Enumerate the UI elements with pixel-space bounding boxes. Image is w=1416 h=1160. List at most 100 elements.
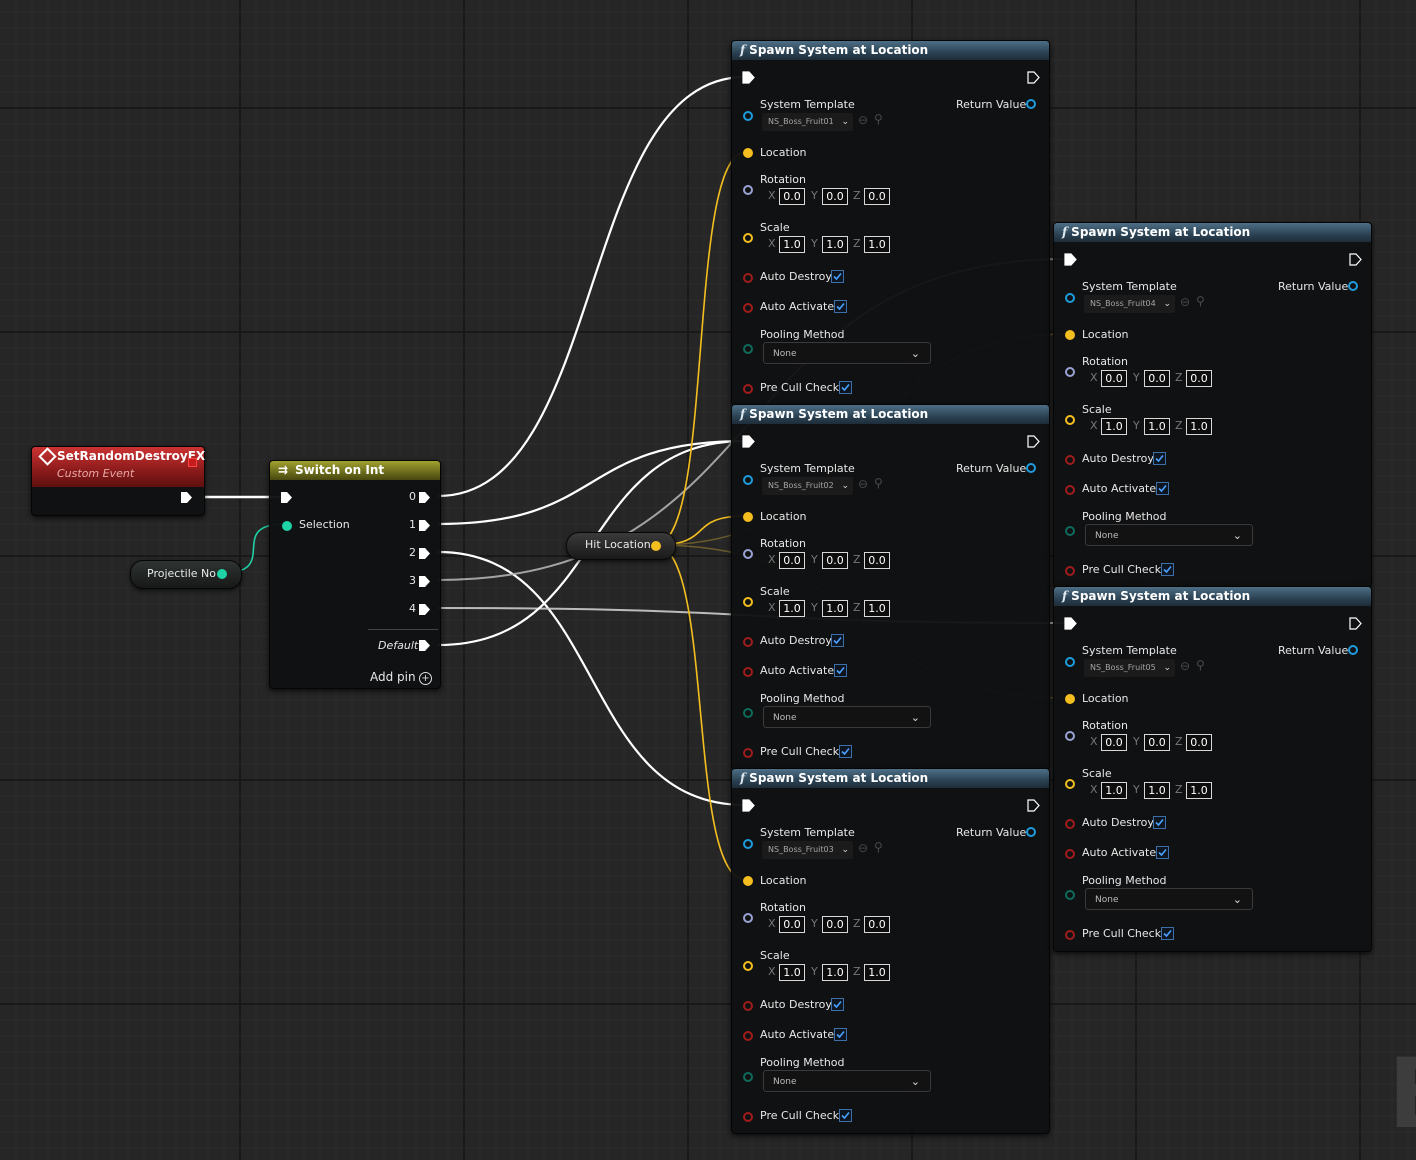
projectile-no-variable[interactable]: Projectile No	[130, 560, 242, 589]
exec-in-pin[interactable]	[1064, 253, 1077, 266]
rotation-pin[interactable]	[743, 913, 753, 923]
exec-out-pin[interactable]	[1027, 71, 1040, 84]
auto-activate-pin[interactable]	[743, 1031, 753, 1041]
auto-activate-checkbox[interactable]	[834, 664, 847, 677]
auto-activate-pin[interactable]	[1065, 849, 1075, 859]
auto-destroy-pin[interactable]	[1065, 455, 1075, 465]
return-value-pin[interactable]	[1026, 463, 1036, 473]
auto-destroy-checkbox[interactable]	[831, 270, 844, 283]
exec-in-pin[interactable]	[280, 491, 293, 504]
scale-pin[interactable]	[1065, 415, 1075, 425]
pooling-method-dropdown[interactable]: None ⌄	[1085, 888, 1253, 910]
rotation-z-field[interactable]: 0.0	[864, 552, 890, 569]
use-selected-icon[interactable]: ⊖	[858, 477, 868, 491]
scale-y-field[interactable]: 1.0	[822, 600, 848, 617]
location-pin[interactable]	[743, 876, 753, 886]
system-template-pin[interactable]	[743, 111, 753, 121]
pre-cull-check-checkbox[interactable]	[839, 745, 852, 758]
scale-x-field[interactable]: 1.0	[779, 964, 805, 981]
exec-out-pin[interactable]	[1349, 617, 1362, 630]
add-pin-button[interactable]: Add pin	[370, 670, 416, 684]
rotation-x-field[interactable]: 0.0	[779, 916, 805, 933]
browse-icon[interactable]: ⚲	[874, 840, 883, 854]
auto-destroy-checkbox[interactable]	[1153, 452, 1166, 465]
scale-x-field[interactable]: 1.0	[779, 600, 805, 617]
scale-y-field[interactable]: 1.0	[1144, 418, 1170, 435]
auto-activate-checkbox[interactable]	[1156, 482, 1169, 495]
auto-destroy-pin[interactable]	[743, 1001, 753, 1011]
pooling-method-pin[interactable]	[743, 344, 753, 354]
system-template-dropdown[interactable]: NS_Boss_Fruit05 ⌄	[1084, 659, 1175, 677]
auto-activate-checkbox[interactable]	[834, 300, 847, 313]
system-template-dropdown[interactable]: NS_Boss_Fruit01 ⌄	[762, 113, 853, 131]
auto-activate-checkbox[interactable]	[834, 1028, 847, 1041]
scale-y-field[interactable]: 1.0	[822, 964, 848, 981]
rotation-pin[interactable]	[1065, 367, 1075, 377]
pooling-method-pin[interactable]	[1065, 890, 1075, 900]
rotation-x-field[interactable]: 0.0	[779, 552, 805, 569]
pooling-method-pin[interactable]	[743, 708, 753, 718]
browse-icon[interactable]: ⚲	[1196, 658, 1205, 672]
exec-in-pin[interactable]	[1064, 617, 1077, 630]
scale-z-field[interactable]: 1.0	[1186, 782, 1212, 799]
add-pin-icon[interactable]: +	[419, 672, 432, 685]
spawn-system-node-5[interactable]: f Spawn System at Location System Templat…	[1053, 586, 1372, 952]
auto-activate-pin[interactable]	[743, 667, 753, 677]
exec-in-pin[interactable]	[742, 799, 755, 812]
auto-destroy-pin[interactable]	[743, 273, 753, 283]
exec-out-pin-default[interactable]	[418, 639, 431, 652]
location-pin[interactable]	[1065, 694, 1075, 704]
rotation-y-field[interactable]: 0.0	[1144, 370, 1170, 387]
rotation-z-field[interactable]: 0.0	[864, 916, 890, 933]
auto-destroy-checkbox[interactable]	[1153, 816, 1166, 829]
scale-y-field[interactable]: 1.0	[1144, 782, 1170, 799]
selection-pin[interactable]	[282, 521, 292, 531]
projectile-no-pin[interactable]	[217, 569, 227, 579]
location-pin[interactable]	[1065, 330, 1075, 340]
pooling-method-dropdown[interactable]: None ⌄	[763, 342, 931, 364]
location-pin[interactable]	[743, 148, 753, 158]
use-selected-icon[interactable]: ⊖	[858, 841, 868, 855]
scale-y-field[interactable]: 1.0	[822, 236, 848, 253]
rotation-pin[interactable]	[1065, 731, 1075, 741]
auto-activate-pin[interactable]	[1065, 485, 1075, 495]
rotation-x-field[interactable]: 0.0	[1101, 370, 1127, 387]
pooling-method-pin[interactable]	[1065, 526, 1075, 536]
pre-cull-check-checkbox[interactable]	[839, 1109, 852, 1122]
pre-cull-check-pin[interactable]	[743, 1112, 753, 1122]
spawn-system-node-2[interactable]: f Spawn System at Location System Templat…	[731, 404, 1050, 770]
scale-pin[interactable]	[743, 233, 753, 243]
rotation-x-field[interactable]: 0.0	[1101, 734, 1127, 751]
exec-in-pin[interactable]	[742, 71, 755, 84]
exec-out-pin-0[interactable]	[418, 491, 431, 504]
rotation-x-field[interactable]: 0.0	[779, 188, 805, 205]
auto-destroy-checkbox[interactable]	[831, 998, 844, 1011]
rotation-pin[interactable]	[743, 185, 753, 195]
system-template-pin[interactable]	[1065, 657, 1075, 667]
system-template-pin[interactable]	[743, 839, 753, 849]
scale-z-field[interactable]: 1.0	[1186, 418, 1212, 435]
return-value-pin[interactable]	[1348, 645, 1358, 655]
exec-out-pin-2[interactable]	[418, 547, 431, 560]
scale-pin[interactable]	[1065, 779, 1075, 789]
pooling-method-pin[interactable]	[743, 1072, 753, 1082]
scale-pin[interactable]	[743, 597, 753, 607]
pooling-method-dropdown[interactable]: None ⌄	[763, 706, 931, 728]
return-value-pin[interactable]	[1026, 827, 1036, 837]
scale-x-field[interactable]: 1.0	[779, 236, 805, 253]
use-selected-icon[interactable]: ⊖	[1180, 295, 1190, 309]
rotation-z-field[interactable]: 0.0	[864, 188, 890, 205]
return-value-pin[interactable]	[1026, 99, 1036, 109]
auto-activate-pin[interactable]	[743, 303, 753, 313]
auto-destroy-checkbox[interactable]	[831, 634, 844, 647]
scale-z-field[interactable]: 1.0	[864, 236, 890, 253]
system-template-pin[interactable]	[743, 475, 753, 485]
pre-cull-check-pin[interactable]	[1065, 566, 1075, 576]
pre-cull-check-checkbox[interactable]	[839, 381, 852, 394]
spawn-system-node-3[interactable]: f Spawn System at Location System Templat…	[731, 768, 1050, 1134]
hit-location-pin[interactable]	[651, 541, 661, 551]
scale-x-field[interactable]: 1.0	[1101, 418, 1127, 435]
use-selected-icon[interactable]: ⊖	[858, 113, 868, 127]
auto-destroy-pin[interactable]	[743, 637, 753, 647]
exec-out-pin[interactable]	[180, 491, 193, 504]
